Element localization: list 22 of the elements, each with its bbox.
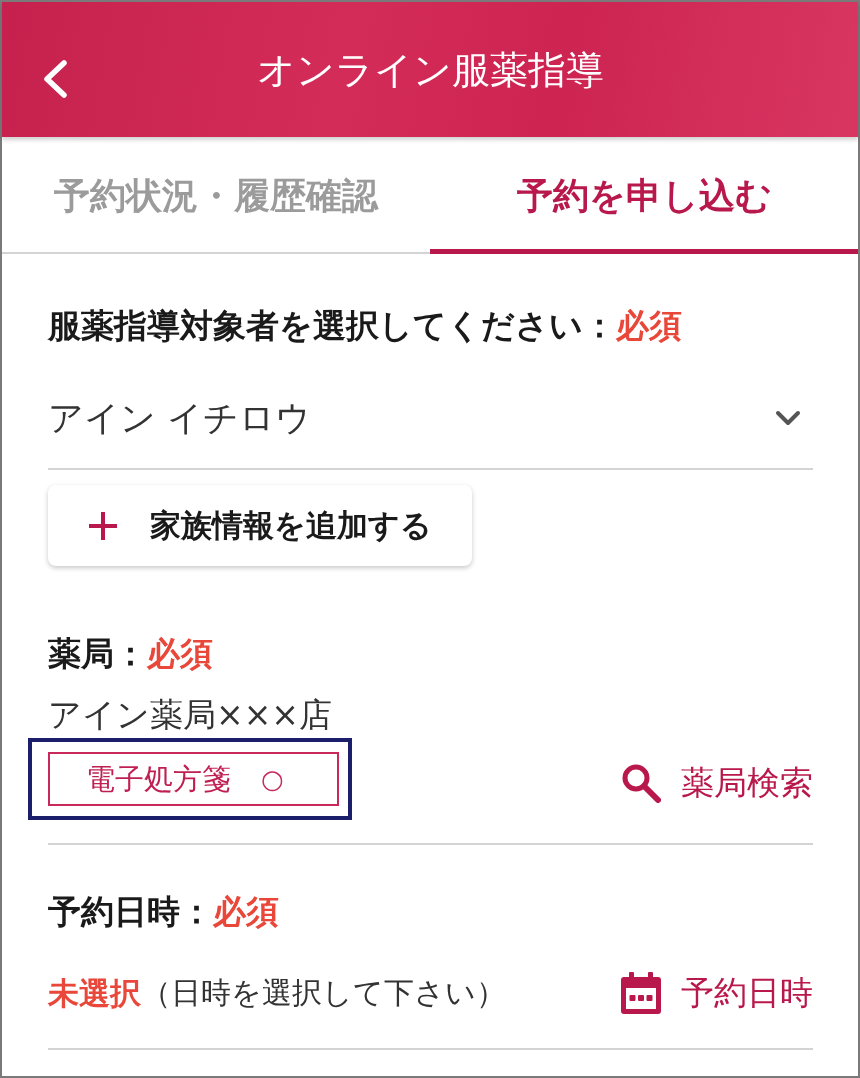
plus-icon: [88, 510, 118, 541]
hint-text: （日時を選択して下さい）: [141, 974, 506, 1012]
pharmacy-name: アイン薬局×××店: [48, 695, 333, 735]
circle-symbol: ○: [261, 763, 284, 796]
required-text: 必須: [616, 306, 682, 346]
status-text: 未選択: [48, 974, 141, 1013]
pharmacy-search-button[interactable]: 薬局検索: [621, 761, 813, 805]
field-label: 薬局：: [48, 634, 147, 674]
calendar-icon: [621, 972, 661, 1014]
required-text: 必須: [213, 892, 279, 932]
date-time-button[interactable]: 予約日時: [621, 971, 813, 1015]
tab[interactable]: 予約を申し込む: [430, 137, 858, 254]
field-label: 予約日時：: [48, 892, 213, 932]
tag-label: 電子処方箋: [86, 761, 231, 797]
chevron-down-icon: [775, 410, 801, 426]
required-text: 必須: [147, 634, 213, 674]
patient-select[interactable]: アイン イチロウ: [48, 378, 813, 470]
search-icon: [621, 763, 661, 803]
screen-title: オンライン服薬指導: [256, 46, 604, 94]
add-family-button[interactable]: 家族情報を追加する: [48, 485, 472, 566]
field-label: 服薬指導対象者を選択してください：: [48, 306, 616, 346]
chevron-left-icon: [42, 60, 68, 98]
